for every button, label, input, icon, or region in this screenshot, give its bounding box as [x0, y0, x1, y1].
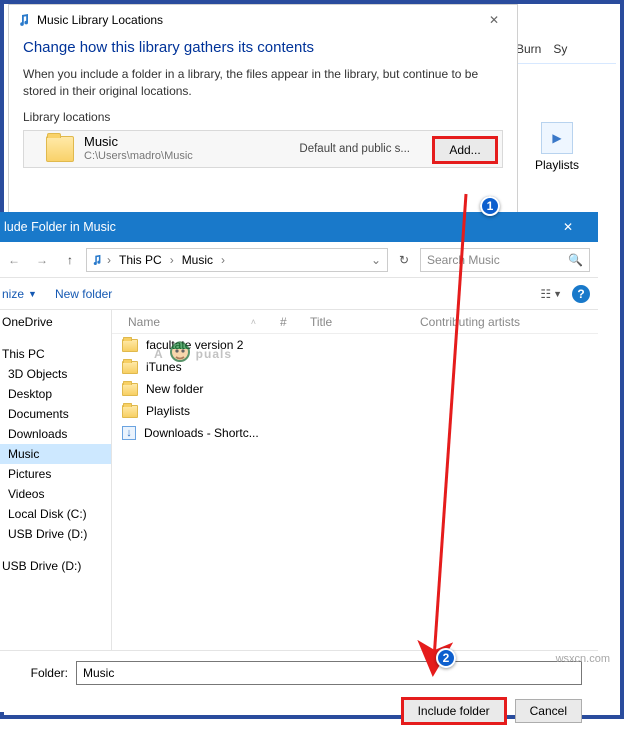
arrow-right-icon: →: [36, 253, 48, 267]
background-tabs: Burn Sy: [516, 34, 616, 64]
play-icon: ▶: [552, 131, 561, 145]
list-item[interactable]: ↓ Downloads - Shortc...: [112, 422, 598, 444]
search-placeholder: Search Music: [427, 253, 500, 267]
chevron-right-icon: ›: [219, 253, 227, 267]
search-icon: 🔍: [568, 253, 583, 267]
list-item[interactable]: New folder: [112, 378, 598, 400]
nav-forward-button[interactable]: →: [30, 248, 54, 272]
mascot-icon: [164, 338, 196, 370]
col-artists[interactable]: Contributing artists: [412, 315, 598, 329]
close-button[interactable]: ✕: [479, 9, 509, 31]
breadcrumb[interactable]: › This PC › Music › ⌄: [86, 248, 388, 272]
explorer-toolbar: nize ▼ New folder ☷ ▼ ?: [0, 278, 598, 310]
tree-usb-drive-d[interactable]: USB Drive (D:): [0, 524, 111, 544]
source-watermark: wsxcn.com: [556, 653, 610, 665]
tree-desktop[interactable]: Desktop: [0, 384, 111, 404]
include-folder-button[interactable]: Include folder: [403, 699, 505, 723]
tab-burn[interactable]: Burn: [516, 42, 541, 56]
close-icon: ✕: [563, 220, 573, 234]
dialog-heading: Change how this library gathers its cont…: [9, 35, 517, 66]
tree-local-disk-c[interactable]: Local Disk (C:): [0, 504, 111, 524]
watermark-text: puals: [196, 347, 232, 361]
tree-videos[interactable]: Videos: [0, 484, 111, 504]
annotation-badge-1: 1: [480, 196, 500, 216]
dialog-description: When you include a folder in a library, …: [9, 66, 517, 110]
tree-this-pc[interactable]: This PC: [0, 344, 111, 364]
view-icon: ☷: [540, 287, 551, 301]
dialog2-titlebar: lude Folder in Music ✕: [0, 212, 598, 242]
sort-indicator-icon: ˄: [243, 317, 264, 327]
view-options-button[interactable]: ☷ ▼: [540, 287, 562, 301]
tab-sync[interactable]: Sy: [553, 42, 567, 56]
help-icon: ?: [577, 287, 584, 301]
add-button[interactable]: Add...: [434, 138, 496, 162]
tree-3d-objects[interactable]: 3D Objects: [0, 364, 111, 384]
file-name: Downloads - Shortc...: [144, 426, 259, 440]
folder-name-input[interactable]: [76, 661, 582, 685]
crumb-music[interactable]: Music: [178, 253, 217, 267]
section-label: Library locations: [9, 110, 517, 130]
list-item[interactable]: Playlists: [112, 400, 598, 422]
arrow-left-icon: ←: [8, 253, 20, 267]
music-note-icon: [17, 13, 31, 27]
dialog-title: Music Library Locations: [37, 13, 163, 27]
tree-documents[interactable]: Documents: [0, 404, 111, 424]
search-input[interactable]: Search Music 🔍: [420, 248, 590, 272]
library-locations-dialog: Music Library Locations ✕ Change how thi…: [8, 4, 518, 214]
dialog2-footer: Folder: Include folder Cancel: [0, 650, 598, 733]
folder-icon: [122, 405, 138, 418]
nav-back-button[interactable]: ←: [2, 248, 26, 272]
folder-icon: [122, 361, 138, 374]
close-button[interactable]: ✕: [548, 212, 588, 242]
chevron-right-icon: ›: [105, 253, 113, 267]
nav-up-button[interactable]: ↑: [58, 248, 82, 272]
file-name: Playlists: [146, 404, 190, 418]
library-folder-name: Music: [84, 134, 193, 150]
arrow-up-icon: ↑: [67, 253, 73, 267]
column-headers[interactable]: Name ˄ # Title Contributing artists: [112, 310, 598, 334]
cancel-button[interactable]: Cancel: [515, 699, 582, 723]
col-title[interactable]: Title: [302, 315, 412, 329]
explorer-navbar: ← → ↑ › This PC › Music › ⌄ ↻ Search Mus…: [0, 242, 598, 278]
chevron-down-icon: ▼: [553, 289, 562, 299]
dialog2-title: lude Folder in Music: [4, 220, 116, 234]
close-icon: ✕: [489, 13, 499, 27]
annotation-badge-2: 2: [436, 648, 456, 668]
col-name[interactable]: Name: [120, 315, 168, 329]
refresh-button[interactable]: ↻: [392, 248, 416, 272]
watermark-appuals: A puals: [154, 338, 232, 370]
tree-usb-drive-d-2[interactable]: USB Drive (D:): [0, 556, 111, 576]
tree-downloads[interactable]: Downloads: [0, 424, 111, 444]
tree-pictures[interactable]: Pictures: [0, 464, 111, 484]
col-hash[interactable]: #: [272, 315, 302, 329]
playlists-label: Playlists: [522, 158, 592, 172]
library-entry-row[interactable]: Music C:\Users\madro\Music Default and p…: [23, 130, 503, 168]
crumb-this-pc[interactable]: This PC: [115, 253, 166, 267]
tree-music[interactable]: Music: [0, 444, 111, 464]
library-folder-path: C:\Users\madro\Music: [84, 150, 193, 163]
folder-icon: [46, 136, 74, 162]
library-folder-status: Default and public s...: [299, 143, 420, 155]
organize-button[interactable]: nize ▼: [2, 287, 37, 301]
refresh-icon: ↻: [399, 253, 409, 267]
new-folder-button[interactable]: New folder: [55, 287, 112, 301]
folder-icon: [122, 339, 138, 352]
folder-field-label: Folder:: [10, 666, 68, 680]
organize-label: nize: [2, 287, 24, 301]
file-name: New folder: [146, 382, 203, 396]
playlists-tile[interactable]: ▶ Playlists: [522, 122, 592, 172]
music-note-icon: [91, 254, 103, 266]
chevron-down-icon[interactable]: ⌄: [371, 253, 387, 267]
folder-icon: [122, 383, 138, 396]
watermark-text: A: [154, 347, 164, 361]
chevron-down-icon: ▼: [28, 289, 37, 299]
tree-onedrive[interactable]: OneDrive: [0, 312, 111, 332]
nav-tree[interactable]: OneDrive This PC 3D Objects Desktop Docu…: [0, 310, 112, 650]
chevron-right-icon: ›: [168, 253, 176, 267]
help-button[interactable]: ?: [572, 285, 590, 303]
shortcut-icon: ↓: [122, 426, 136, 440]
include-folder-dialog: lude Folder in Music ✕ ← → ↑ › This PC ›…: [0, 212, 598, 712]
